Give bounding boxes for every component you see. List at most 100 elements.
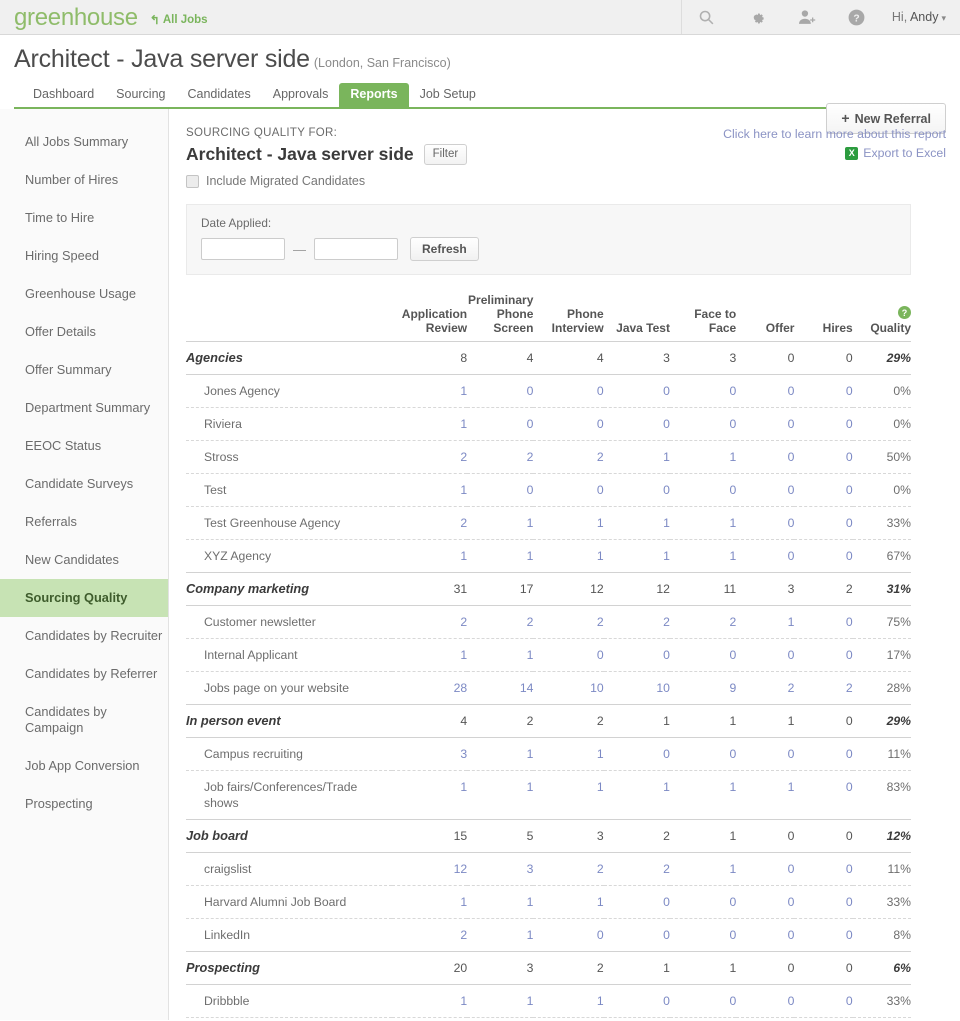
- stage-count-cell[interactable]: 1: [391, 407, 468, 441]
- source-name-cell[interactable]: XYZ Agency: [186, 540, 392, 573]
- stage-count-cell[interactable]: 0: [794, 407, 853, 441]
- stage-count-cell[interactable]: 1: [391, 374, 468, 408]
- stage-count-cell[interactable]: 0: [669, 885, 737, 919]
- stage-count-cell[interactable]: 0: [533, 407, 604, 441]
- stage-count-cell[interactable]: 0: [736, 374, 795, 408]
- source-name-cell[interactable]: Stross: [186, 440, 392, 474]
- sidebar-item-hiring-speed[interactable]: Hiring Speed: [0, 237, 168, 275]
- stage-count-cell[interactable]: 1: [533, 506, 604, 540]
- stage-count-cell[interactable]: 1: [392, 771, 467, 820]
- stage-count-cell[interactable]: 2: [392, 1018, 467, 1021]
- export-to-excel-link[interactable]: Export to Excel: [863, 146, 946, 160]
- sidebar-item-time-to-hire[interactable]: Time to Hire: [0, 199, 168, 237]
- stage-count-cell[interactable]: 1: [669, 852, 737, 886]
- sidebar-item-new-candidates[interactable]: New Candidates: [0, 541, 168, 579]
- stage-count-cell[interactable]: 0: [467, 473, 534, 507]
- stage-count-cell[interactable]: 28: [392, 672, 468, 705]
- stage-count-cell[interactable]: 2: [467, 440, 534, 474]
- search-icon[interactable]: [680, 0, 732, 34]
- add-user-icon[interactable]: [782, 0, 832, 34]
- stage-count-cell[interactable]: 0: [467, 374, 534, 408]
- stage-count-cell[interactable]: 0: [794, 374, 853, 408]
- source-name-cell[interactable]: Harvard Alumni Job Board: [186, 885, 392, 919]
- stage-count-cell[interactable]: 0: [669, 638, 737, 672]
- stage-count-cell[interactable]: 0: [533, 374, 604, 408]
- stage-count-cell[interactable]: 2: [603, 605, 670, 639]
- user-menu[interactable]: Hi, Andy ▾: [882, 10, 960, 24]
- stage-count-cell[interactable]: 0: [794, 771, 853, 820]
- quality-help-icon[interactable]: ?: [898, 306, 911, 319]
- stage-count-cell[interactable]: 2: [391, 440, 468, 474]
- source-name-cell[interactable]: Dribbble: [186, 984, 392, 1018]
- stage-count-cell[interactable]: 0: [736, 984, 795, 1018]
- stage-count-cell[interactable]: 0: [533, 919, 604, 952]
- stage-count-cell[interactable]: 0: [603, 407, 670, 441]
- stage-count-cell[interactable]: 0: [669, 407, 737, 441]
- source-name-cell[interactable]: Customer newsletter: [186, 605, 392, 639]
- tab-reports[interactable]: Reports: [339, 83, 409, 107]
- filter-button[interactable]: Filter: [423, 144, 468, 165]
- stage-count-cell[interactable]: 3: [391, 737, 468, 771]
- stage-count-cell[interactable]: 0: [736, 638, 795, 672]
- stage-count-cell[interactable]: 12: [391, 852, 468, 886]
- stage-count-cell[interactable]: 1: [669, 506, 737, 540]
- stage-count-cell[interactable]: 0: [670, 919, 736, 952]
- stage-count-cell[interactable]: 1: [391, 984, 468, 1018]
- stage-count-cell[interactable]: 1: [467, 919, 534, 952]
- stage-count-cell[interactable]: 0: [794, 638, 853, 672]
- tab-approvals[interactable]: Approvals: [262, 83, 340, 107]
- stage-count-cell[interactable]: 0: [467, 1018, 533, 1021]
- stage-count-cell[interactable]: 2: [533, 440, 604, 474]
- source-name-cell[interactable]: LinkedIn: [186, 919, 392, 952]
- sidebar-item-sourcing-quality[interactable]: Sourcing Quality: [0, 579, 168, 617]
- stage-count-cell[interactable]: 10: [533, 672, 604, 705]
- stage-count-cell[interactable]: 2: [533, 852, 604, 886]
- stage-count-cell[interactable]: 1: [603, 506, 670, 540]
- stage-count-cell[interactable]: 2: [392, 919, 467, 952]
- stage-count-cell[interactable]: 9: [670, 672, 736, 705]
- export-to-excel-row[interactable]: X Export to Excel: [723, 146, 946, 160]
- stage-count-cell[interactable]: 1: [736, 771, 795, 820]
- stage-count-cell[interactable]: 0: [736, 1018, 794, 1021]
- stage-count-cell[interactable]: 0: [794, 919, 853, 952]
- sidebar-item-candidates-by-campaign[interactable]: Candidates by Campaign: [0, 693, 168, 747]
- stage-count-cell[interactable]: 1: [669, 440, 737, 474]
- tab-candidates[interactable]: Candidates: [177, 83, 262, 107]
- stage-count-cell[interactable]: 1: [604, 540, 670, 573]
- stage-count-cell[interactable]: 0: [736, 852, 795, 886]
- stage-count-cell[interactable]: 1: [533, 984, 604, 1018]
- stage-count-cell[interactable]: 1: [467, 885, 534, 919]
- stage-count-cell[interactable]: 0: [794, 473, 853, 507]
- stage-count-cell[interactable]: 0: [669, 473, 737, 507]
- sidebar-item-eeoc-status[interactable]: EEOC Status: [0, 427, 168, 465]
- stage-count-cell[interactable]: 0: [794, 885, 853, 919]
- stage-count-cell[interactable]: 0: [736, 506, 795, 540]
- stage-count-cell[interactable]: 2: [603, 852, 670, 886]
- source-name-cell[interactable]: Riviera: [186, 407, 392, 441]
- stage-count-cell[interactable]: 1: [467, 540, 534, 573]
- source-name-cell[interactable]: Jones Agency: [186, 374, 392, 408]
- source-name-cell[interactable]: Campus recruiting: [186, 737, 392, 771]
- sidebar-item-greenhouse-usage[interactable]: Greenhouse Usage: [0, 275, 168, 313]
- stage-count-cell[interactable]: 0: [736, 540, 795, 573]
- stage-count-cell[interactable]: 1: [603, 440, 670, 474]
- stage-count-cell[interactable]: 1: [467, 984, 534, 1018]
- stage-count-cell[interactable]: 0: [794, 737, 853, 771]
- source-name-cell[interactable]: Test: [186, 473, 392, 507]
- stage-count-cell[interactable]: 0: [604, 1018, 670, 1021]
- sidebar-item-referrals[interactable]: Referrals: [0, 503, 168, 541]
- stage-count-cell[interactable]: 1: [670, 540, 736, 573]
- tab-sourcing[interactable]: Sourcing: [105, 83, 176, 107]
- stage-count-cell[interactable]: 2: [391, 506, 468, 540]
- date-from-input[interactable]: [201, 238, 285, 260]
- stage-count-cell[interactable]: 1: [391, 638, 468, 672]
- stage-count-cell[interactable]: 0: [736, 440, 795, 474]
- stage-count-cell[interactable]: 0: [533, 473, 604, 507]
- source-name-cell[interactable]: Jobs page on your website: [186, 672, 392, 705]
- stage-count-cell[interactable]: 0: [736, 885, 795, 919]
- stage-count-cell[interactable]: 0: [603, 638, 670, 672]
- stage-count-cell[interactable]: 0: [604, 919, 670, 952]
- sidebar-item-all-jobs-summary[interactable]: All Jobs Summary: [0, 123, 168, 161]
- stage-count-cell[interactable]: 10: [604, 672, 670, 705]
- all-jobs-link[interactable]: ↰ All Jobs: [150, 13, 208, 27]
